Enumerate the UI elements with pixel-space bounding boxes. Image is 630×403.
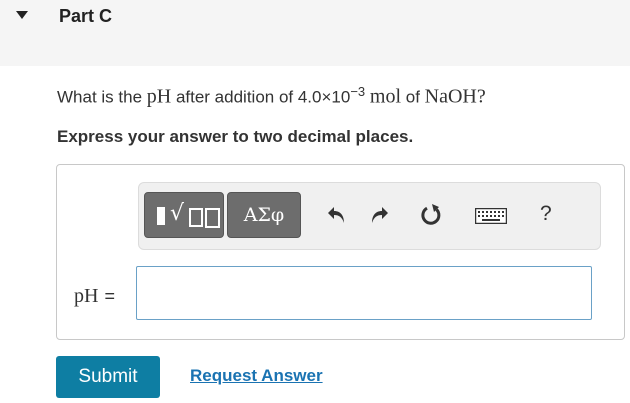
question-text: What is the pH after addition of 4.0×10−… <box>57 84 486 108</box>
template-box-icon <box>205 208 220 228</box>
radical-icon: √ <box>170 201 185 226</box>
redo-icon[interactable] <box>368 204 390 226</box>
greek-symbols-button[interactable]: ΑΣφ <box>227 192 301 238</box>
collapse-caret-icon[interactable] <box>16 11 28 19</box>
answer-instruction: Express your answer to two decimal place… <box>57 127 414 146</box>
template-box-icon <box>189 208 203 227</box>
answer-box: √ ΑΣφ ? pH = <box>56 164 625 340</box>
submit-button[interactable]: Submit <box>56 356 160 398</box>
help-icon[interactable]: ? <box>540 202 552 226</box>
undo-icon[interactable] <box>326 204 348 226</box>
part-title: Part C <box>59 6 113 26</box>
answer-input[interactable] <box>136 266 592 320</box>
request-answer-link[interactable]: Request Answer <box>190 366 323 386</box>
part-header[interactable]: Part C <box>0 0 630 66</box>
keyboard-icon[interactable] <box>475 208 507 224</box>
answer-label: pH = <box>74 285 115 307</box>
templates-button[interactable]: √ <box>144 192 224 238</box>
reset-icon[interactable] <box>420 203 444 227</box>
templates-icon <box>157 207 165 225</box>
math-toolbar: √ ΑΣφ ? <box>138 182 601 250</box>
